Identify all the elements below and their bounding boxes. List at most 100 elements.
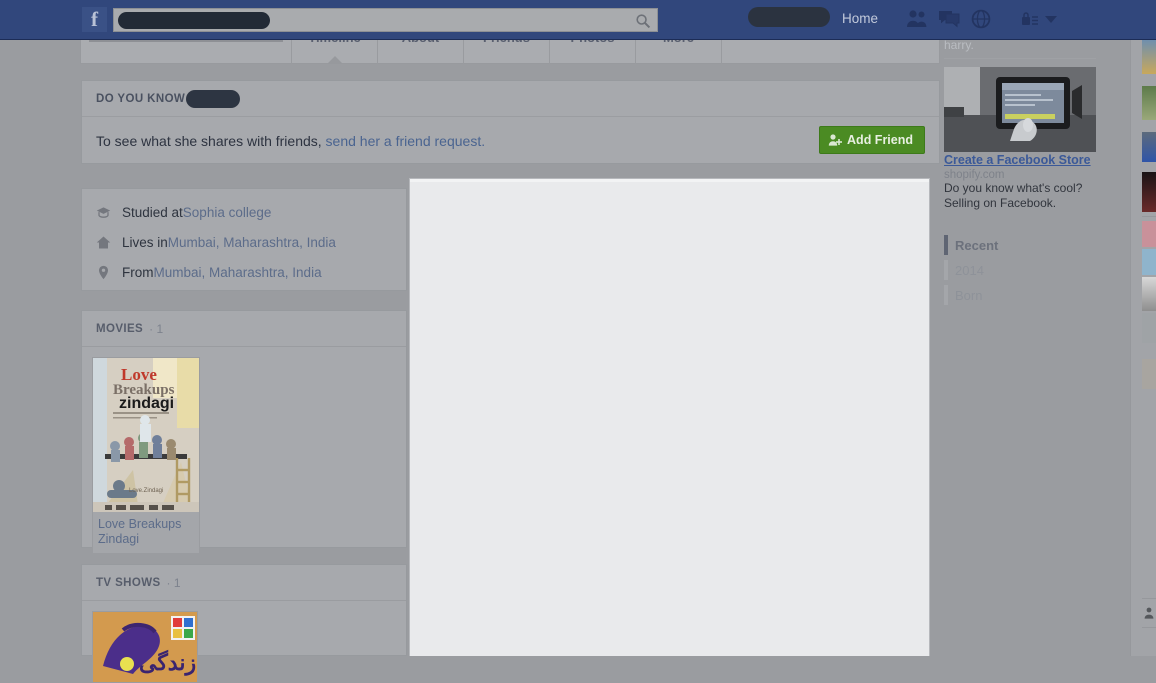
tab-photos-label: Photos (570, 40, 614, 44)
right-sidebar: harry. Create a Facebook Store (944, 40, 1096, 308)
search-query-redaction (118, 12, 270, 29)
svg-text:زندگی: زندگی (139, 649, 196, 676)
timeline-nav-2014-label: 2014 (955, 263, 984, 278)
sidebar-divider (944, 58, 1096, 59)
info-row-education: Studied at Sophia college (82, 197, 406, 227)
active-tab-caret-icon (327, 56, 343, 64)
facebook-logo[interactable]: f (82, 7, 107, 32)
ticker-chat-entry[interactable] (1142, 598, 1156, 628)
do-you-know-body: To see what she shares with friends, sen… (82, 117, 939, 164)
ticker-thumbnail[interactable] (1142, 249, 1156, 275)
timeline-nav-recent[interactable]: Recent (944, 233, 1096, 258)
ticker-thumbnail[interactable] (1142, 172, 1156, 212)
account-dropdown-caret-icon[interactable] (1044, 14, 1058, 24)
do-you-know-label: DO YOU KNOW (96, 93, 185, 105)
ticker-spacer (1142, 122, 1156, 130)
ticker-spacer (1142, 345, 1156, 357)
movies-count: · 1 (149, 322, 163, 336)
ticker-thumbnail[interactable] (1142, 359, 1156, 389)
search-box[interactable] (113, 8, 658, 32)
profile-name-tab[interactable] (81, 40, 292, 64)
timeline-nav-born[interactable]: Born (944, 283, 1096, 308)
photo-lightbox-modal[interactable] (409, 178, 930, 656)
tab-timeline[interactable]: Timeline (292, 40, 378, 64)
add-friend-label: Add Friend (847, 133, 913, 147)
home-link[interactable]: Home (842, 11, 878, 26)
movies-body: Love Breakups zindagi (82, 347, 406, 554)
ad-line-2: Selling on Facebook. (944, 196, 1096, 211)
tab-bar-filler (722, 40, 939, 64)
ticker-thumbnail[interactable] (1142, 277, 1156, 311)
tv-shows-card: TV SHOWS · 1 زندگی (81, 564, 407, 656)
friend-request-prompt: To see what she shares with friends, sen… (96, 133, 485, 149)
privacy-lock-icon[interactable] (1020, 8, 1040, 30)
info-row-from: From Mumbai, Maharashtra, India (82, 257, 406, 287)
tv-shows-body: زندگی (82, 601, 406, 683)
messages-icon[interactable] (937, 8, 961, 30)
ad-title-link[interactable]: Create a Facebook Store (944, 153, 1091, 167)
search-icon[interactable] (635, 13, 651, 29)
movie-poster-image[interactable]: Love Breakups zindagi (93, 358, 199, 512)
do-you-know-card: DO YOU KNOW To see what she shares with … (81, 80, 940, 164)
info-education-prefix: Studied at (122, 205, 183, 220)
svg-text:Love.Zindagi: Love.Zindagi (129, 488, 163, 494)
ticker-thumbnail[interactable] (1142, 86, 1156, 120)
profile-tab-bar: Timeline About Friends Photos More (80, 40, 940, 64)
tab-timeline-label: Timeline (308, 40, 361, 44)
info-education-link[interactable]: Sophia college (183, 205, 272, 220)
profile-name-redaction[interactable] (748, 7, 830, 27)
info-from-prefix: From (122, 265, 154, 280)
friend-requests-icon[interactable] (905, 8, 929, 30)
tab-friends-label: Friends (483, 40, 530, 44)
tab-about[interactable]: About (378, 40, 464, 64)
ticker-spacer (1142, 391, 1156, 437)
movie-title[interactable]: Love Breakups Zindagi (93, 512, 199, 553)
ticker-thumbnail[interactable] (1142, 132, 1156, 162)
ad-url: shopify.com (944, 169, 1096, 181)
add-friend-icon (828, 133, 842, 147)
lightbox-top-highlight (410, 179, 929, 182)
person-icon (1144, 607, 1154, 619)
tab-more[interactable]: More (636, 40, 722, 64)
svg-text:zindagi: zindagi (119, 395, 174, 412)
tab-about-label: About (402, 40, 440, 44)
send-friend-request-link[interactable]: send her a friend request. (322, 133, 485, 149)
ticker-spacer (1142, 76, 1156, 84)
truncated-above-text: harry. (944, 38, 1096, 52)
tab-photos[interactable]: Photos (550, 40, 636, 64)
home-icon (96, 235, 111, 250)
ad-image[interactable] (944, 67, 1096, 152)
tv-shows-header: TV SHOWS · 1 (82, 565, 406, 601)
friend-request-prompt-text: To see what she shares with friends, (96, 133, 322, 149)
movies-header: MOVIES · 1 (82, 311, 406, 347)
ticker-sidebar[interactable] (1130, 40, 1156, 656)
timeline-nav-born-label: Born (955, 288, 982, 303)
profile-info-card: Studied at Sophia college Lives in Mumba… (81, 188, 407, 291)
info-lives-in-link[interactable]: Mumbai, Maharashtra, India (168, 235, 336, 250)
tab-friends[interactable]: Friends (464, 40, 550, 64)
location-pin-icon (96, 265, 111, 280)
tv-show-poster-image[interactable]: زندگی (92, 611, 198, 683)
movies-header-label: MOVIES (96, 323, 143, 335)
movie-tile[interactable]: Love Breakups zindagi (92, 357, 200, 554)
ticker-thumbnail[interactable] (1142, 313, 1156, 343)
do-you-know-header: DO YOU KNOW (82, 81, 939, 117)
info-lives-in-prefix: Lives in (122, 235, 168, 250)
facebook-top-navigation-bar: f Home (0, 0, 1156, 40)
movies-card: MOVIES · 1 Love Breakups zindagi (81, 310, 407, 548)
do-you-know-name-redaction (186, 90, 240, 108)
timeline-nav-recent-label: Recent (955, 238, 998, 253)
add-friend-button[interactable]: Add Friend (819, 126, 925, 154)
timeline-nav-2014[interactable]: 2014 (944, 258, 1096, 283)
ticker-spacer (1142, 164, 1156, 170)
tab-more-label: More (663, 40, 694, 44)
ticker-thumbnail[interactable] (1142, 40, 1156, 74)
info-row-lives-in: Lives in Mumbai, Maharashtra, India (82, 227, 406, 257)
facebook-profile-page: f Home (0, 0, 1156, 656)
ticker-thumbnail[interactable] (1142, 221, 1156, 247)
info-from-link[interactable]: Mumbai, Maharashtra, India (154, 265, 322, 280)
tv-shows-count: · 1 (167, 576, 181, 590)
graduation-cap-icon (96, 205, 111, 220)
timeline-year-navigation: Recent 2014 Born (944, 233, 1096, 308)
notifications-globe-icon[interactable] (969, 8, 993, 30)
